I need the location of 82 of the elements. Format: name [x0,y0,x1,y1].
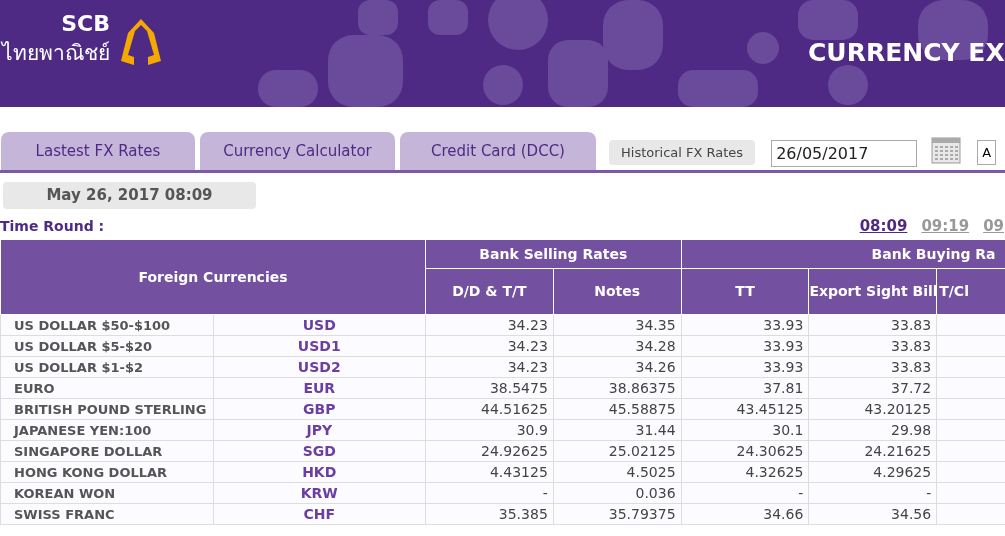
table-cell: HKD [213,461,426,483]
group-header: Bank Buying Ra [681,239,1005,269]
table-cell: JPY [213,419,426,441]
calendar-icon[interactable] [931,134,962,164]
table-cell: - [681,482,809,504]
table-cell: 24.21625 [808,440,937,462]
page-title: CURRENCY EX [808,37,1005,69]
tab[interactable]: Credit Card (DCC) [400,132,596,170]
table-cell: 24.92625 [425,440,554,462]
table-cell: US DOLLAR $1-$2 [0,356,213,378]
table-cell: 34.66 [681,503,809,525]
table-cell: 43.20125 [808,398,937,420]
table-cell: 35.79375 [553,503,682,525]
table-cell: 0.036 [553,482,682,504]
table-cell: - [425,482,554,504]
table-cell: 33.83 [808,356,937,378]
table-cell: 24.30625 [681,440,809,462]
table-cell: 34.56 [808,503,937,525]
table-cell: USD2 [213,356,426,378]
table-cell: EUR [213,377,426,399]
table-cell: 29.98 [808,419,937,441]
table-cell: 4.5025 [553,461,682,483]
table-cell: 33.93 [681,335,809,357]
table-cell: 34.26 [553,356,682,378]
table-cell: 34.23 [425,335,554,357]
table-cell: 31.44 [553,419,682,441]
table-cell: 30.9 [425,419,554,441]
time-link[interactable]: 08:09 [859,214,908,238]
group-header: Bank Selling Rates [425,239,682,269]
logo-text: SCB [61,12,110,36]
table-cell: 38.5475 [425,377,554,399]
table-cell: 34.23 [425,314,554,336]
table-cell: 33.93 [681,314,809,336]
time-round-label: Time Round : [0,216,105,236]
table-cell: HONG KONG DOLLAR [0,461,213,483]
table-cell: US DOLLAR $5-$20 [0,335,213,357]
table-cell: 30.1 [681,419,809,441]
go-button[interactable]: A [977,140,997,165]
as-of-date-label: May 26, 2017 08:09 [3,182,256,209]
logo-subtext: ไทยพาณิชย์ [0,40,110,67]
table-cell: USD [213,314,426,336]
table-cell: KOREAN WON [0,482,213,504]
table-cell: 44.51625 [425,398,554,420]
historical-fx-rates-button[interactable]: Historical FX Rates [609,140,756,165]
table-cell: 34.35 [553,314,682,336]
table-cell: 25.02125 [553,440,682,462]
logo-icon [118,17,164,67]
table-cell: 4.32625 [681,461,809,483]
table-cell: 43.45125 [681,398,809,420]
table-cell: 33.83 [808,335,937,357]
table-cell: 38.86375 [553,377,682,399]
table-cell: 33.93 [681,356,809,378]
table-cell: KRW [213,482,426,504]
table-cell: SGD [213,440,426,462]
table-cell: CHF [213,503,426,525]
table-cell: 4.29625 [808,461,937,483]
table-cell: USD1 [213,335,426,357]
table-cell: 45.58875 [553,398,682,420]
table-cell: 37.81 [681,377,809,399]
tab[interactable]: Lastest FX Rates [1,132,195,170]
table-cell: EURO [0,377,213,399]
tab[interactable]: Currency Calculator [200,132,395,170]
column-header: Notes [553,268,682,315]
table-cell: 33.83 [808,314,937,336]
table-cell: 37.72 [808,377,937,399]
column-header: Export Sight Bill [808,268,937,315]
table-cell: JAPANESE YEN:100 [0,419,213,441]
table-cell: - [808,482,937,504]
column-header: D/D & T/T [425,268,554,315]
table-cell: 4.43125 [425,461,554,483]
table-cell: 34.23 [425,356,554,378]
table-cell: 35.385 [425,503,554,525]
table-cell: SINGAPORE DOLLAR [0,440,213,462]
column-header: TT [681,268,809,315]
date-field[interactable]: 26/05/2017 [771,140,918,167]
table-cell: GBP [213,398,426,420]
table-cell: US DOLLAR $50-$100 [0,314,213,336]
column-header: Foreign Currencies [0,239,426,315]
column-header: T/Cl [936,268,1005,315]
table-cell: SWISS FRANC [0,503,213,525]
table-cell: BRITISH POUND STERLING [0,398,213,420]
table-cell: 34.28 [553,335,682,357]
